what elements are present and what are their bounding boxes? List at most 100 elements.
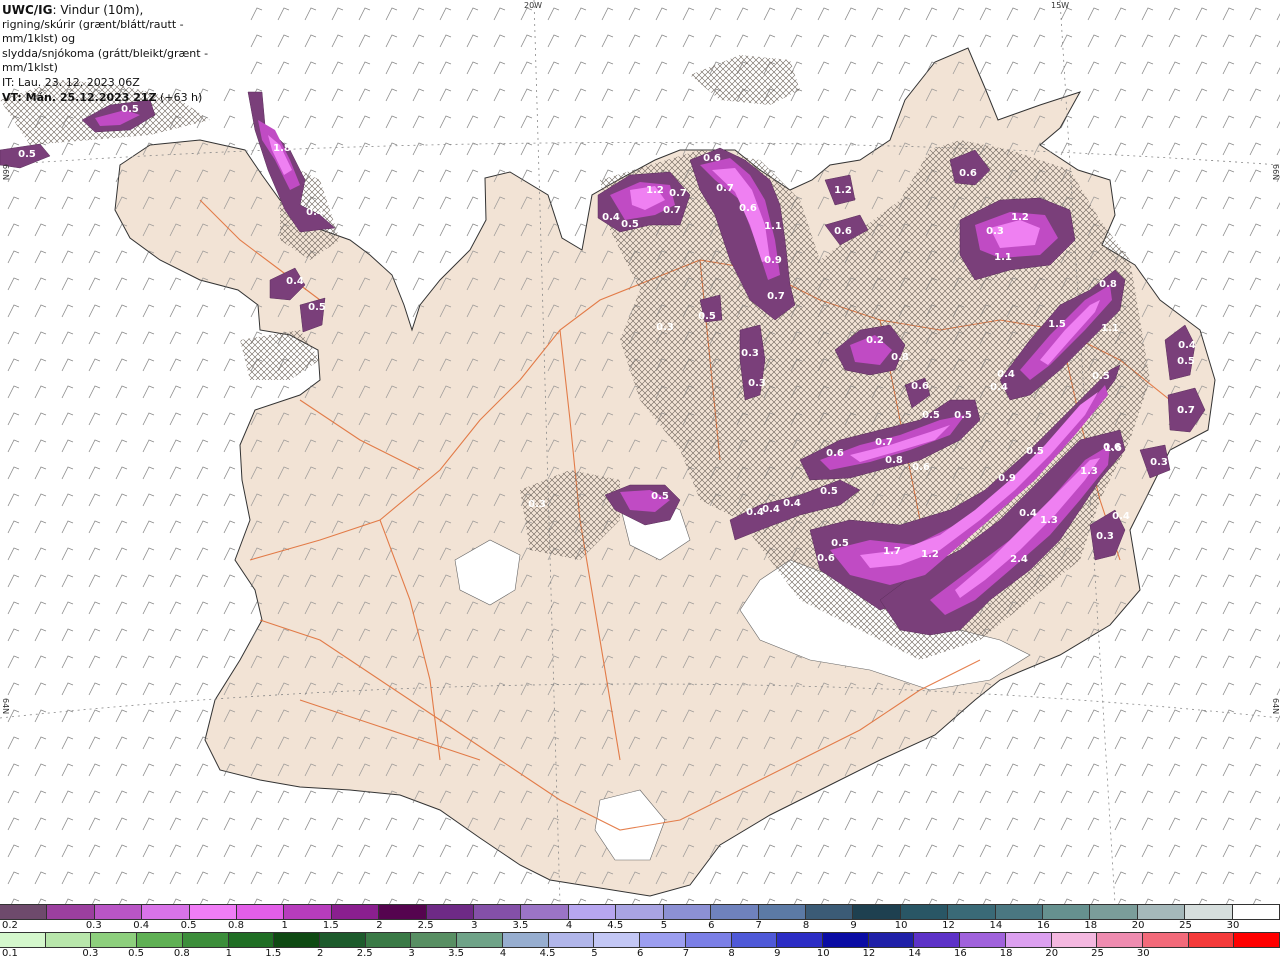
rain-legend-colorbar — [0, 932, 1280, 948]
legend-color-swatch — [711, 905, 759, 919]
precip-value-label: 0.5 — [308, 302, 326, 313]
precip-value-label: 1.8 — [273, 143, 291, 154]
precip-value-label: 0.6 — [826, 448, 844, 459]
legend-tick-label: 4.5 — [607, 920, 624, 931]
legend-color-swatch — [900, 905, 949, 919]
legend-color-swatch — [274, 933, 321, 947]
legend-tick-label: 0.5 — [128, 948, 145, 959]
precip-value-label: 0.6 — [703, 153, 721, 164]
legend-color-swatch — [1005, 933, 1052, 947]
lon-label-20w: 20W — [524, 1, 543, 10]
precip-value-label: 0.7 — [663, 205, 681, 216]
legend-tick-label: 20 — [1045, 948, 1059, 959]
legend-tick-label: 0.8 — [173, 948, 190, 959]
legend-tick-label: 3.5 — [448, 948, 465, 959]
precip-value-label: 1.2 — [646, 185, 664, 196]
legend-tick-label: 0.4 — [133, 920, 150, 931]
precip-value-label: 1.6 — [1104, 443, 1122, 454]
legend-color-swatch — [365, 933, 412, 947]
model-name: UWC/IG — [2, 3, 53, 17]
precip-value-label: 1.5 — [1048, 319, 1066, 330]
precip-value-label: 0.3 — [741, 348, 759, 359]
precip-value-label: 0.8 — [891, 352, 909, 363]
legend-color-swatch — [331, 905, 380, 919]
precip-value-label: 0.4 — [1112, 511, 1130, 522]
legend-tick-label: 5 — [591, 948, 598, 959]
legend-color-swatch — [284, 905, 332, 919]
precip-value-label: 0.8 — [885, 455, 903, 466]
legend-color-swatch — [731, 933, 778, 947]
lat-label-64n-left: 64N — [1, 698, 10, 715]
precip-value-label: 2.4 — [1010, 554, 1028, 565]
legend-tick-label: 16 — [1036, 920, 1050, 931]
legend-color-swatch — [320, 933, 366, 947]
legend-color-swatch — [663, 905, 712, 919]
legend-color-swatch — [1142, 933, 1189, 947]
precip-value-label: 0.5 — [831, 538, 849, 549]
legend-color-swatch — [805, 905, 854, 919]
legend-color-swatch — [1097, 933, 1143, 947]
legend-tick-label: 7 — [682, 948, 690, 959]
legend-color-swatch — [1042, 905, 1091, 919]
legend-tick-label: 1.5 — [322, 920, 339, 931]
legend-color-swatch — [548, 933, 595, 947]
legend-tick-label: 1 — [281, 920, 288, 931]
precip-value-label: 1.2 — [921, 549, 939, 560]
precip-value-label: 0.6 — [911, 381, 929, 392]
rain-legend-labels: 0.1 0.3 0.5 0.8 1 1.5 2 2.5 3 3.5 4 4.5 5 6 7 8 9 10 12 14 1… — [0, 948, 1280, 960]
lon-label-15w: 15W — [1051, 1, 1070, 10]
legend-tick-label: 20 — [1131, 920, 1145, 931]
legend-tick-label: 18 — [1084, 920, 1098, 931]
precip-value-label: 0.4 — [990, 382, 1008, 393]
legend-tick-label: 3 — [471, 920, 478, 931]
legend-tick-label: 30 — [1136, 948, 1150, 959]
legend-tick-label: 6 — [708, 920, 715, 931]
legend-tick-label: 3 — [408, 948, 415, 959]
legend-color-swatch — [521, 905, 569, 919]
precip-value-label: 0.9 — [764, 255, 782, 266]
legend-color-swatch — [137, 933, 183, 947]
precip-value-label: 0.5 — [954, 410, 972, 421]
precip-value-label: 0.6 — [959, 168, 977, 179]
precip-value-label: 0.7 — [767, 291, 785, 302]
lat-label-64n-right: 64N — [1271, 698, 1280, 715]
legend-tick-label: 12 — [862, 948, 876, 959]
precip-value-label: 0.4 — [762, 504, 780, 515]
legend-tick-label: 9 — [850, 920, 857, 931]
legend-tick-label: 7 — [755, 920, 762, 931]
lat-label-66n-left: 66N — [1, 164, 10, 181]
legend-color-swatch — [142, 905, 190, 919]
precip-value-label: 0.7 — [716, 183, 734, 194]
weather-map: 0.5 0.5 1.8 0.4 0.4 0.5 1.2 0.7 0.7 0.4 0.5 0.6 0.7 0… — [0, 0, 1280, 960]
precip-value-label: 0.4 — [997, 369, 1015, 380]
legend-color-swatch — [868, 933, 915, 947]
precip-value-label: 0.8 — [1099, 279, 1117, 290]
legend-color-swatch — [960, 933, 1006, 947]
legend-color-swatch — [426, 905, 475, 919]
map-info-box: UWC/IG: Vindur (10m), rigning/skúrir (gr… — [0, 0, 240, 104]
precip-value-label: 0.4 — [1019, 508, 1037, 519]
legend-color-swatch — [237, 905, 285, 919]
precip-value-label: 0.5 — [18, 149, 36, 160]
legend-tick-label: 1 — [225, 948, 232, 959]
precip-value-label: 0.4 — [286, 276, 304, 287]
precip-value-label: 1.1 — [764, 221, 782, 232]
precip-value-label: 0.6 — [817, 553, 835, 564]
legend-tick-label: 14 — [989, 920, 1003, 931]
legend-color-swatch — [228, 933, 275, 947]
precip-value-label: 0.5 — [121, 104, 139, 115]
legend-color-swatch — [1137, 905, 1186, 919]
precip-value-label: 0.6 — [834, 226, 852, 237]
legend-color-swatch — [94, 905, 143, 919]
snow-legend-labels: 0.2 0.3 0.4 0.5 0.8 1 1.5 2 2.5 3 3.5 4 4.5 5 6 7 8 9 10 12… — [0, 920, 1280, 932]
legend-color-swatch — [995, 905, 1043, 919]
precip-value-label: 1.3 — [1080, 466, 1098, 477]
precip-value-label: 0.3 — [748, 378, 766, 389]
snow-legend-colorbar — [0, 904, 1280, 920]
precip-value-label: 0.3 — [528, 499, 546, 510]
legend-color-swatch — [777, 933, 823, 947]
legend-tick-label: 0.2 — [2, 920, 18, 931]
legend-tick-label: 10 — [816, 948, 830, 959]
precip-value-label: 0.5 — [651, 491, 669, 502]
legend-color-swatch — [594, 933, 641, 947]
